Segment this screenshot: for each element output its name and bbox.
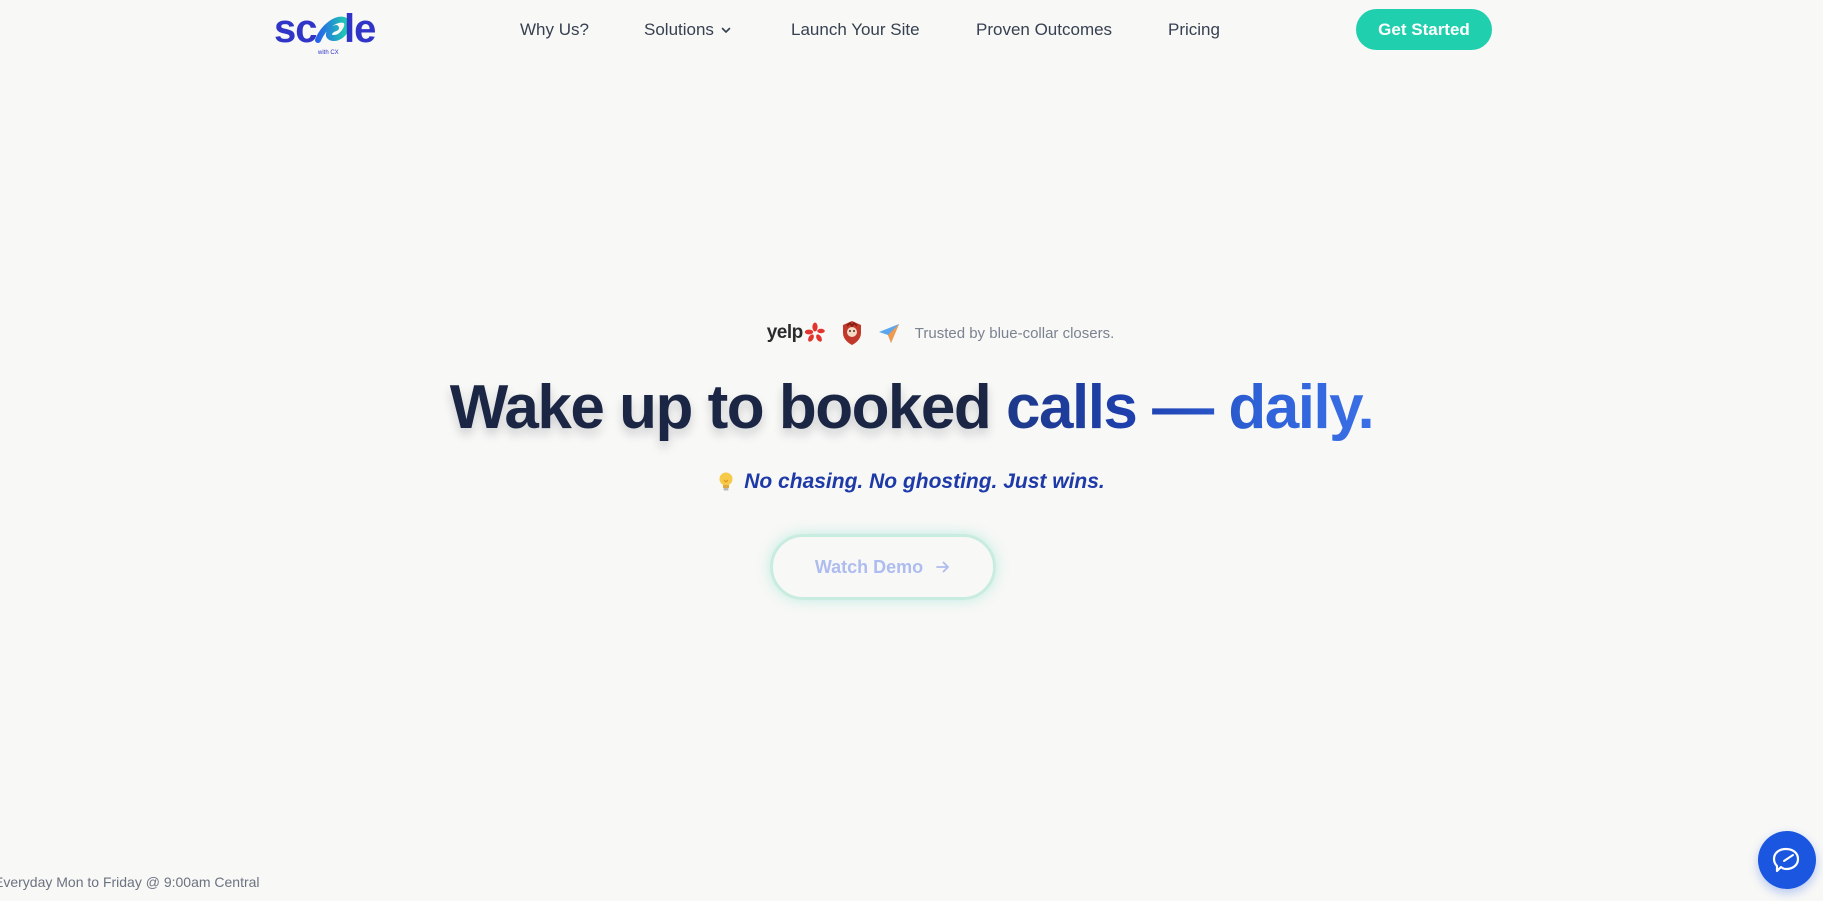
hero-subheadline: No chasing. No ghosting. Just wins. [744,470,1105,493]
schedule-note: Everyday Mon to Friday @ 9:00am Central [0,874,260,890]
trust-text: Trusted by blue-collar closers. [914,324,1115,342]
shield-icon [842,321,861,345]
watch-demo-button[interactable]: Watch Demo [770,534,996,600]
nav-proven-outcomes[interactable]: Proven Outcomes [976,18,1112,42]
hero-headline: Wake up to booked calls — daily. [0,372,1823,444]
lightbulb-icon [719,472,733,491]
get-started-button[interactable]: Get Started [1356,9,1492,50]
hero-subheadline-row: No chasing. No ghosting. Just wins. [0,470,1823,494]
headline-part-1: Wake up to booked [449,373,1006,442]
yelp-logo-text: yelp [766,322,804,343]
main-nav: Why Us? Solutions Launch Your Site Prove… [0,0,1823,60]
yelp-icon [804,322,825,342]
chat-icon [1772,847,1800,873]
page: sc le with CX Why Us? Solutions Launch Y… [0,0,1823,901]
nav-launch-your-site[interactable]: Launch Your Site [791,18,920,42]
nav-solutions[interactable]: Solutions [644,18,732,42]
nav-why-us[interactable]: Why Us? [520,18,589,42]
watch-demo-label: Watch Demo [814,556,924,577]
trust-row: yelp Trusted by blue-collar closers. [0,320,1823,346]
headline-part-2: calls — daily. [1006,373,1375,442]
nav-pricing[interactable]: Pricing [1168,18,1220,42]
paper-plane-icon [878,324,899,343]
chevron-down-icon [721,27,731,33]
nav-solutions-label: Solutions [644,20,714,39]
arrow-right-icon [936,561,950,573]
chat-button[interactable] [1758,831,1816,889]
